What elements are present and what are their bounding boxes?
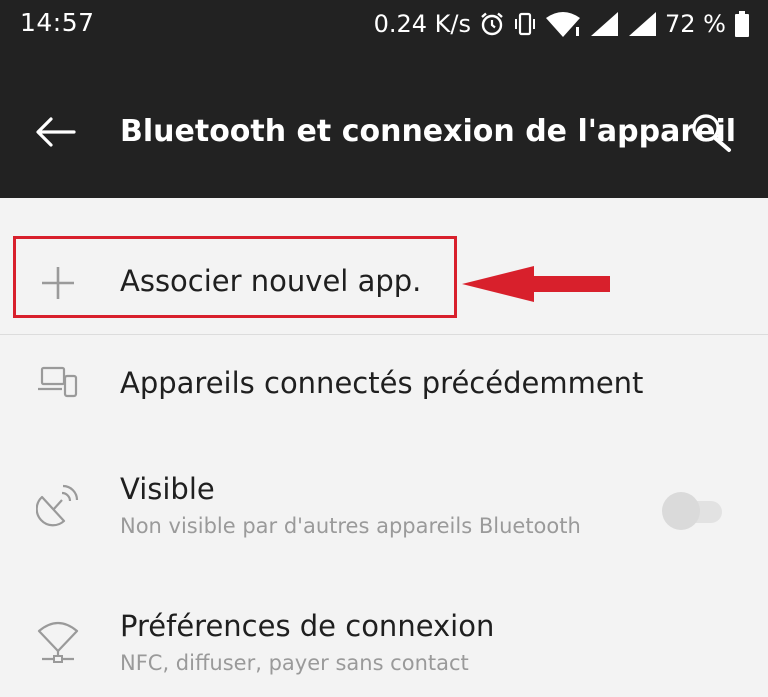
battery-percent: 72 % [665, 10, 726, 38]
signal-icon [627, 10, 657, 38]
page-title: Bluetooth et connexion de l'appareil [120, 114, 737, 149]
battery-icon [734, 10, 750, 38]
status-time: 14:57 [20, 8, 95, 37]
red-arrow-icon [462, 266, 610, 302]
vibrate-icon [513, 11, 537, 37]
alarm-icon [479, 11, 505, 37]
connection-icon [30, 613, 86, 669]
connection-preferences-item[interactable]: Préférences de connexion NFC, diffuser, … [0, 577, 768, 697]
previously-connected-item[interactable]: Appareils connectés précédemment [0, 335, 768, 439]
previously-connected-label: Appareils connectés précédemment [120, 366, 644, 400]
app-bar: Bluetooth et connexion de l'appareil [0, 50, 768, 198]
status-indicators: 0.24 K/s 72 % [374, 8, 750, 40]
back-button[interactable] [30, 112, 82, 152]
toggle-knob [662, 492, 700, 530]
connection-preferences-label: Préférences de connexion [120, 609, 495, 643]
wifi-icon [545, 10, 581, 38]
network-speed: 0.24 K/s [373, 10, 472, 38]
arrow-left-icon [36, 117, 76, 147]
connection-preferences-subtitle: NFC, diffuser, payer sans contact [120, 651, 469, 675]
visible-item[interactable]: Visible Non visible par d'autres apparei… [0, 439, 768, 559]
visible-toggle[interactable] [662, 491, 724, 531]
satellite-dish-icon [30, 477, 86, 533]
devices-icon [30, 355, 86, 411]
status-bar: 14:57 0.24 K/s 72 % [0, 0, 768, 50]
search-icon [692, 114, 731, 152]
signal-icon [589, 10, 619, 38]
settings-list: Associer nouvel app. Appareils connectés… [0, 198, 768, 697]
highlight-box [13, 236, 457, 318]
visible-label: Visible [120, 472, 215, 506]
visible-subtitle: Non visible par d'autres appareils Bluet… [120, 514, 581, 538]
search-button[interactable] [686, 110, 738, 158]
